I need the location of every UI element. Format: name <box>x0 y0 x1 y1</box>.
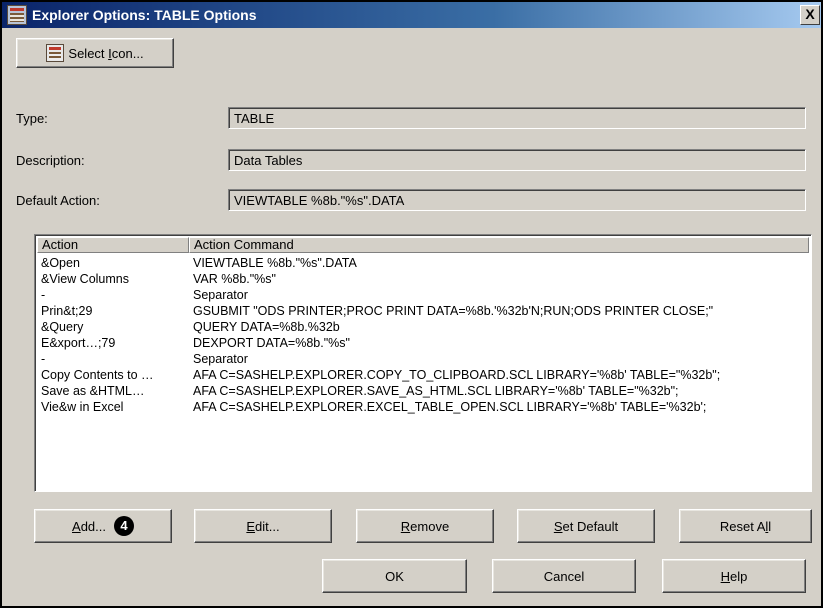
options-dialog: Explorer Options: TABLE Options X Select… <box>0 0 823 608</box>
action-list[interactable]: Action Action Command &Open VIEWTABLE %8b… <box>34 234 812 492</box>
ok-button[interactable]: OK <box>322 559 467 593</box>
select-icon-label: Select Icon... <box>68 45 144 61</box>
set-default-button-label: Set Default <box>553 518 619 534</box>
close-button[interactable]: X <box>800 5 820 25</box>
list-item[interactable]: &Query QUERY DATA=%8b.%32b <box>37 319 809 335</box>
set-default-button[interactable]: Set Default <box>517 509 655 543</box>
column-header-action[interactable]: Action <box>37 237 189 253</box>
reset-all-button-label: Reset All <box>719 518 772 534</box>
type-field: TABLE <box>228 107 806 129</box>
remove-button-label: Remove <box>400 518 450 534</box>
edit-button[interactable]: Edit... <box>194 509 332 543</box>
list-item[interactable]: E&xport…;79 DEXPORT DATA=%8b."%s" <box>37 335 809 351</box>
list-item[interactable]: Vie&w in Excel AFA C=SASHELP.EXPLORER.EXC… <box>37 399 809 415</box>
remove-button[interactable]: Remove <box>356 509 494 543</box>
default-action-field[interactable]: VIEWTABLE %8b."%s".DATA <box>228 189 806 211</box>
list-item[interactable]: Copy Contents to … AFA C=SASHELP.EXPLORER… <box>37 367 809 383</box>
table-icon <box>7 5 27 25</box>
window-title: Explorer Options: TABLE Options <box>32 7 257 23</box>
type-label: Type: <box>16 111 48 126</box>
default-action-label: Default Action: <box>16 193 100 208</box>
description-label: Description: <box>16 153 85 168</box>
help-button-label: Help <box>720 568 748 584</box>
list-item[interactable]: - Separator <box>37 287 809 303</box>
description-field[interactable]: Data Tables <box>228 149 806 171</box>
list-header: Action Action Command <box>37 237 809 253</box>
help-button[interactable]: Help <box>662 559 806 593</box>
list-item[interactable]: &Open VIEWTABLE %8b."%s".DATA <box>37 255 809 271</box>
table-icon <box>46 44 65 62</box>
title-bar[interactable]: Explorer Options: TABLE Options X <box>2 2 821 28</box>
list-item[interactable]: - Separator <box>37 351 809 367</box>
add-button-label: Add... <box>72 518 106 534</box>
cancel-button[interactable]: Cancel <box>492 559 636 593</box>
select-icon-button[interactable]: Select Icon... <box>16 38 174 68</box>
step-number-badge: 4 <box>113 516 134 536</box>
column-header-action-command[interactable]: Action Command <box>189 237 809 253</box>
list-item[interactable]: Save as &HTML… AFA C=SASHELP.EXPLORER.SAV… <box>37 383 809 399</box>
list-item[interactable]: &View Columns VAR %8b."%s" <box>37 271 809 287</box>
reset-all-button[interactable]: Reset All <box>679 509 812 543</box>
list-item[interactable]: Prin&t;29 GSUBMIT "ODS PRINTER;PROC PRINT… <box>37 303 809 319</box>
edit-button-label: Edit... <box>246 518 280 534</box>
list-rows: &Open VIEWTABLE %8b."%s".DATA &View Colum… <box>37 255 809 415</box>
add-button[interactable]: Add... 4 <box>34 509 172 543</box>
